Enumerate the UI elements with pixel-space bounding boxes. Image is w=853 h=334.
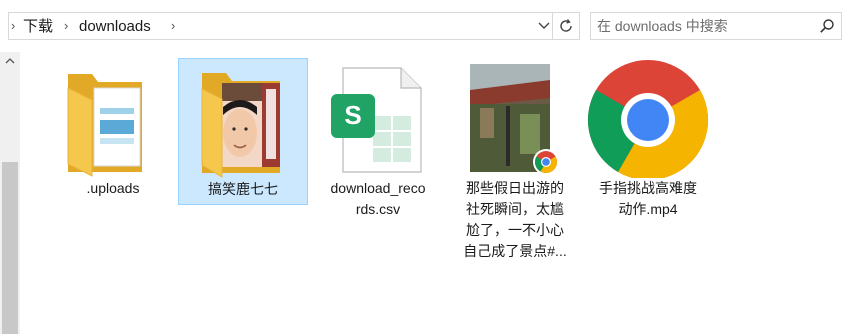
address-history-dropdown-icon[interactable] <box>535 17 553 35</box>
breadcrumb-chevron-icon[interactable]: › <box>171 18 175 34</box>
file-item-uploads-folder[interactable]: .uploads <box>48 58 178 199</box>
file-name-line: 尬了，一不小心 <box>466 222 564 238</box>
navigation-bar: › 下载 › downloads › <box>0 0 853 52</box>
search-icon[interactable] <box>819 18 835 34</box>
breadcrumb-chevron-icon[interactable]: › <box>11 18 15 34</box>
navigation-pane-scrollbar[interactable] <box>0 52 20 334</box>
folder-icon <box>48 58 178 178</box>
file-name-label: 搞笑鹿七七 <box>208 181 278 197</box>
photo-folder-icon <box>179 59 309 179</box>
file-item-video-chrome[interactable]: 那些假日出游的 社死瞬间，太尴 尬了，一不小心 自己成了景点#... <box>450 58 580 262</box>
file-name-line: 动作.mp4 <box>618 201 678 217</box>
address-bar[interactable]: › 下载 › downloads › <box>8 12 580 40</box>
file-name-label: download_reco rds.csv <box>313 178 443 220</box>
scroll-up-arrow-icon[interactable] <box>0 52 20 70</box>
file-item-selected-folder[interactable]: 搞笑鹿七七 <box>178 58 308 205</box>
file-name-line: rds.csv <box>355 201 401 217</box>
file-item-download-records-csv[interactable]: S download_reco rds.csv <box>313 58 443 220</box>
video-thumbnail-icon <box>450 58 580 178</box>
file-name-line: 手指挑战高难度 <box>599 180 697 196</box>
file-name-line: 那些假日出游的 <box>466 180 564 196</box>
file-name-label: .uploads <box>86 180 140 196</box>
svg-text:S: S <box>344 100 361 130</box>
refresh-icon[interactable] <box>552 13 579 39</box>
file-item-chrome-mp4[interactable]: 手指挑战高难度 动作.mp4 <box>583 58 713 220</box>
chrome-icon <box>583 58 713 181</box>
file-name-line: 自己成了景点#... <box>463 243 567 259</box>
breadcrumb-item-downloads[interactable]: downloads <box>79 18 151 36</box>
excel-csv-icon: S <box>313 58 443 178</box>
file-name-line: download_reco <box>330 180 426 196</box>
file-name-label: 手指挑战高难度 动作.mp4 <box>583 178 713 220</box>
file-name-label: 那些假日出游的 社死瞬间，太尴 尬了，一不小心 自己成了景点#... <box>450 178 580 262</box>
breadcrumb-chevron-icon[interactable]: › <box>64 18 68 34</box>
search-box[interactable] <box>590 12 842 40</box>
breadcrumb-item-downloads-root[interactable]: 下载 <box>23 18 53 36</box>
file-name-line: 社死瞬间，太尴 <box>466 201 564 217</box>
search-input[interactable] <box>597 16 807 36</box>
scrollbar-thumb[interactable] <box>2 162 18 334</box>
